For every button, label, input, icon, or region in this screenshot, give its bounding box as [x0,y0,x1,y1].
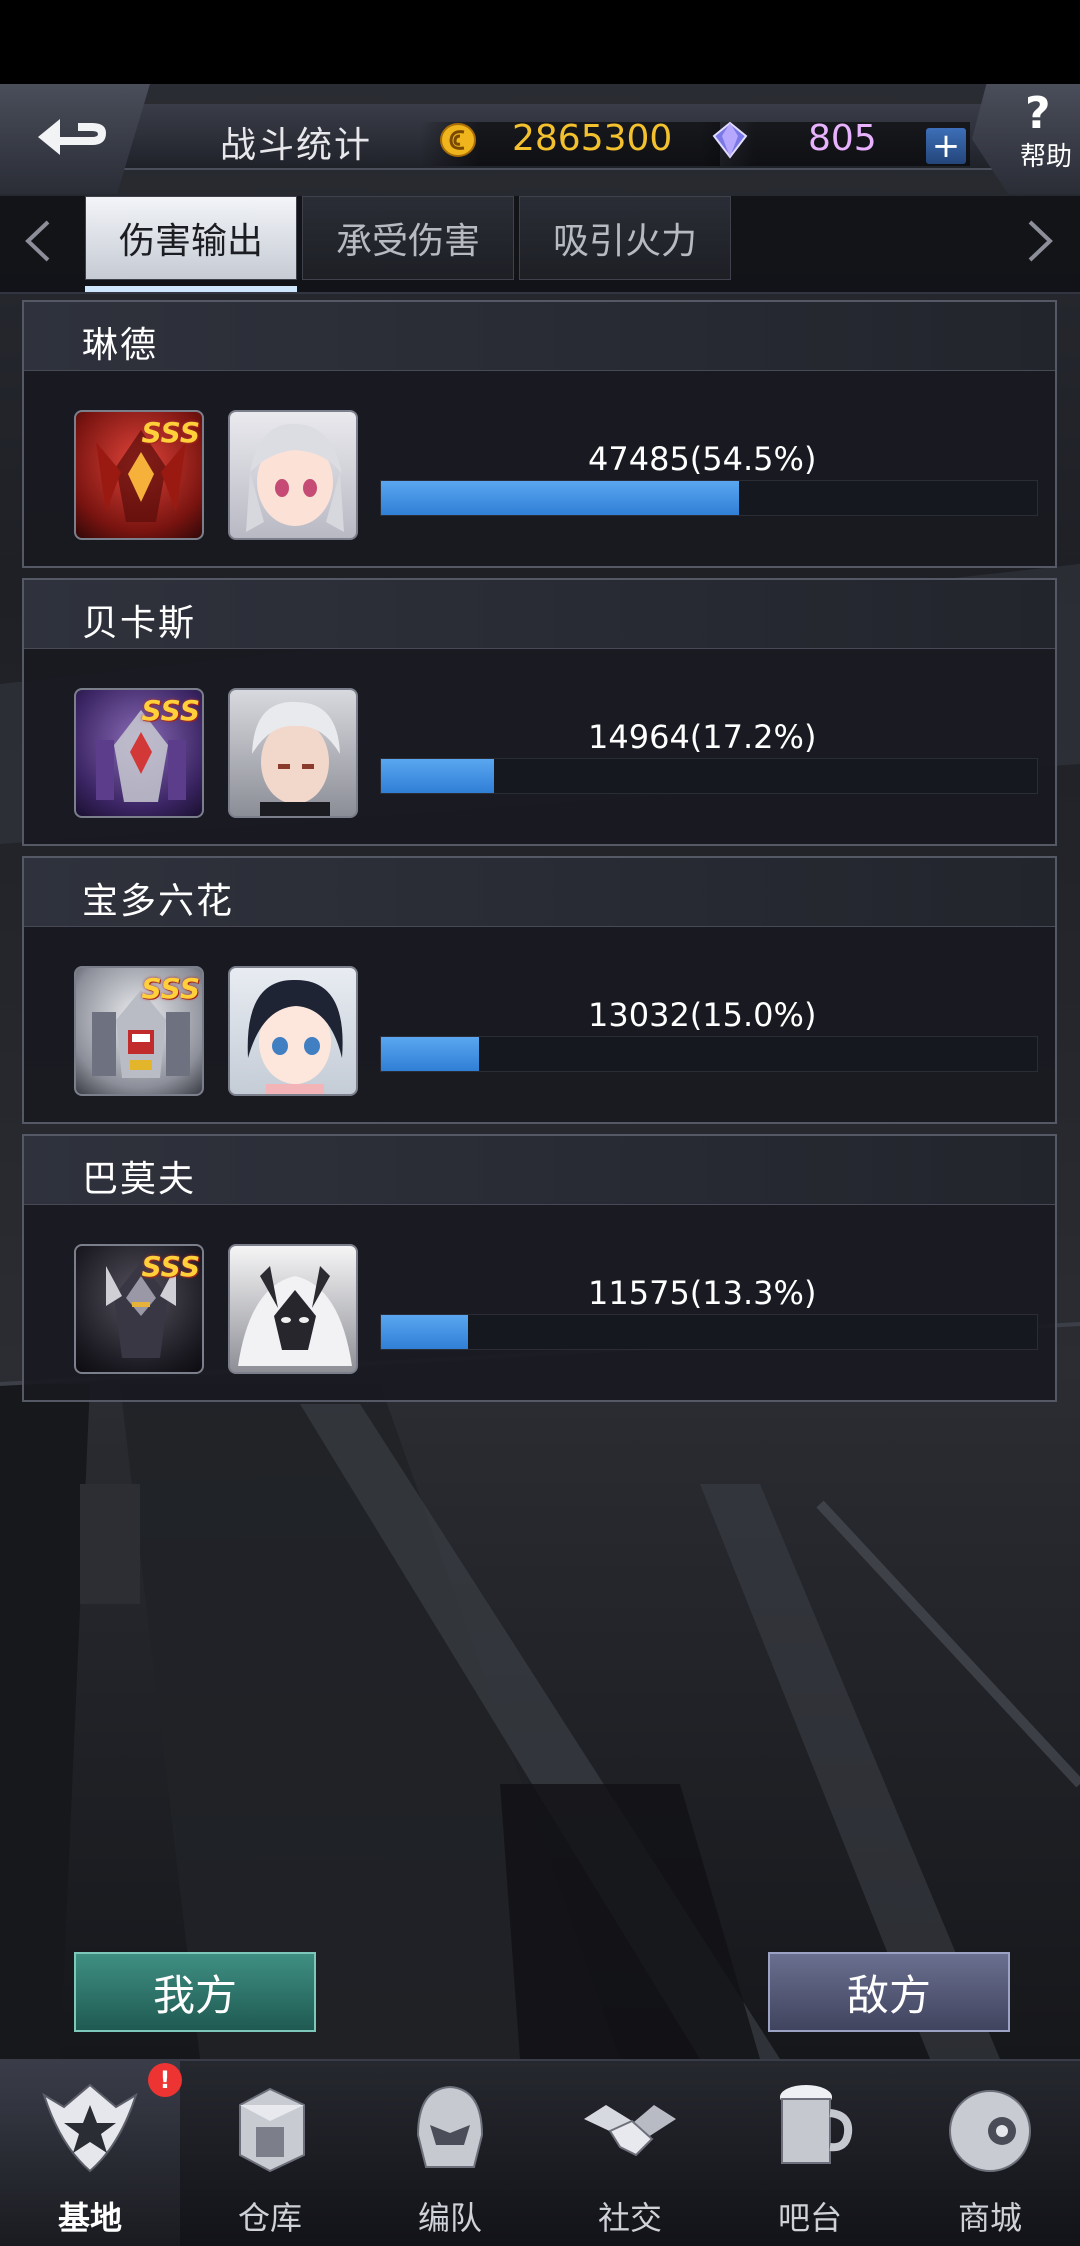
add-gems-button[interactable]: + [926,128,966,164]
damage-bar-fill [381,1037,480,1071]
rank-badge: SSS [141,972,200,1005]
damage-value: 14964(17.2%) [588,718,817,756]
tab-damage-taken[interactable]: 承受伤害 [302,196,514,280]
gem-amount: 805 [808,118,877,159]
player-card: 宝多六花 SSS 13032(15.0%) [22,856,1057,1124]
nav-label: 吧台 [777,2199,842,2237]
damage-bar [380,758,1038,794]
mech-portrait[interactable]: SSS [74,688,204,818]
card-header: 巴莫夫 [24,1136,1055,1205]
warehouse-icon [239,2087,305,2173]
page-title: 战斗统计 [220,125,373,166]
tab-draw-fire[interactable]: 吸引火力 [519,196,731,280]
player-card: 琳德 SSS 47485(54.5%) [22,300,1057,568]
help-label: 帮助 [1020,142,1073,172]
nav-label: 商城 [957,2199,1022,2237]
bottom-nav: ! 基地 仓库 编队 社交 吧台 商城 [0,2059,1080,2246]
pilot-portrait[interactable] [228,688,358,818]
damage-bar [380,1036,1038,1072]
player-name: 琳德 [82,325,159,366]
mech-portrait[interactable]: SSS [74,1244,204,1374]
back-arrow-icon [38,119,106,155]
back-button[interactable] [0,84,150,194]
nav-item-warehouse[interactable]: 仓库 [180,2061,360,2246]
active-tab-indicator [85,286,297,292]
pilot-portrait[interactable] [228,1244,358,1374]
damage-value: 47485(54.5%) [588,440,817,478]
formation-helmet-icon [416,2085,484,2168]
nav-label: 编队 [417,2199,482,2237]
nav-item-base[interactable]: ! 基地 [0,2061,182,2246]
gold-amount: 2865300 [512,118,673,159]
rank-badge: SSS [141,694,200,727]
beer-mug-icon [780,2085,853,2164]
handshake-icon [584,2105,676,2157]
shop-robot-icon [949,2090,1031,2172]
status-bar-area [0,0,1080,84]
nav-label: 基地 [57,2199,122,2237]
chevron-left-icon[interactable] [18,216,58,266]
player-card: 贝卡斯 SSS 14964(17.2%) [22,578,1057,846]
card-header: 琳德 [24,302,1055,371]
player-name: 宝多六花 [82,881,235,922]
rank-badge: SSS [141,1250,200,1283]
pilot-portrait[interactable] [228,966,358,1096]
damage-bar-fill [381,481,739,515]
nav-label: 仓库 [237,2199,302,2237]
pilot-face-icon [252,701,340,816]
nav-item-bar[interactable]: 吧台 [720,2061,900,2246]
top-header: 战斗统计 2865300 805 + ? 帮助 [0,84,1080,194]
diamond-gem-icon [712,121,748,159]
card-header: 宝多六花 [24,858,1055,927]
nav-item-shop[interactable]: 商城 [900,2061,1080,2246]
gold-coin-icon [440,123,476,157]
damage-value: 11575(13.3%) [588,1274,817,1312]
nav-item-formation[interactable]: 编队 [360,2061,540,2246]
damage-bar-fill [381,1315,469,1349]
mech-portrait[interactable]: SSS [74,410,204,540]
player-name: 贝卡斯 [82,603,197,644]
pilot-face-icon [246,423,344,532]
nav-label: 社交 [597,2199,662,2237]
tab-bar: 伤害输出 承受伤害 吸引火力 [0,196,1080,294]
player-card: 巴莫夫 SSS 11575(13.3%) [22,1134,1057,1402]
damage-bar-fill [381,759,494,793]
tab-damage-output[interactable]: 伤害输出 [85,196,297,280]
nav-item-social[interactable]: 社交 [540,2061,720,2246]
notification-badge: ! [148,2063,182,2097]
pilot-creature-icon [238,1266,352,1366]
help-icon: ? [1025,88,1051,139]
card-header: 贝卡斯 [24,580,1055,649]
damage-value: 13032(15.0%) [588,996,817,1034]
base-emblem-icon [42,2083,138,2173]
enemy-side-button[interactable]: 敌方 [768,1952,1010,2032]
chevron-right-icon[interactable] [1020,216,1060,266]
damage-bar [380,1314,1038,1350]
rank-badge: SSS [141,416,200,449]
player-name: 巴莫夫 [82,1159,197,1200]
mech-portrait[interactable]: SSS [74,966,204,1096]
our-side-button[interactable]: 我方 [74,1952,316,2032]
damage-bar [380,480,1038,516]
pilot-face-icon [247,979,343,1094]
pilot-portrait[interactable] [228,410,358,540]
